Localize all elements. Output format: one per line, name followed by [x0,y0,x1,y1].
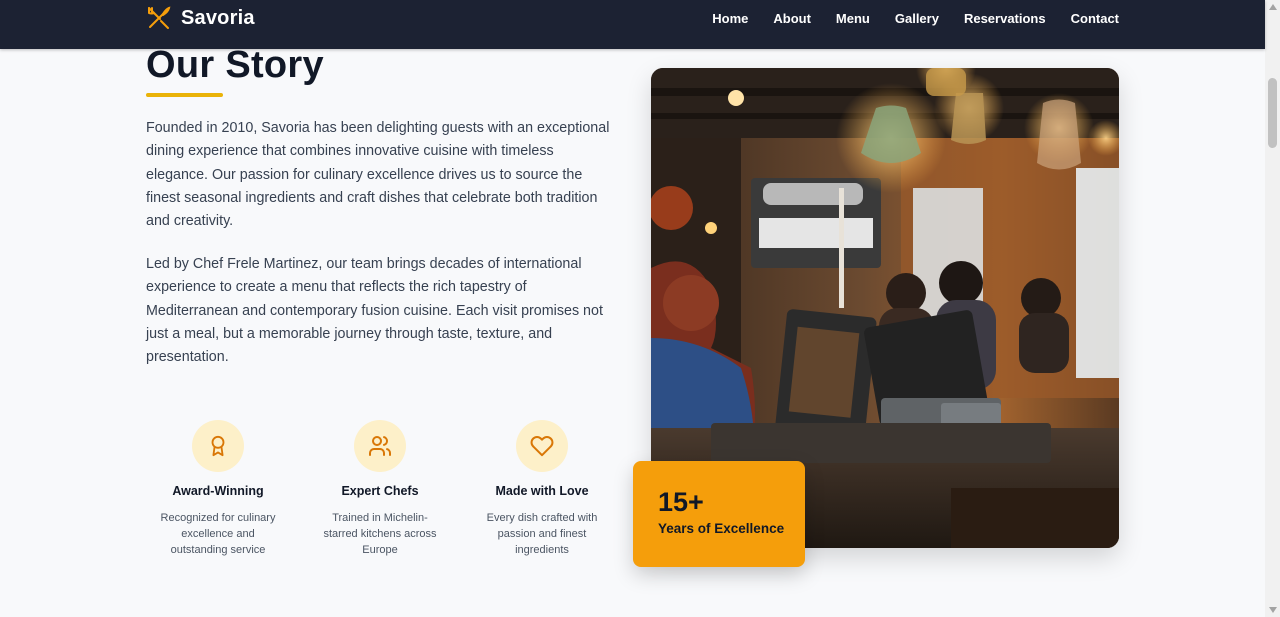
scrollbar-thumb[interactable] [1268,78,1277,148]
brand-name: Savoria [181,6,255,29]
feature-title: Made with Love [495,484,589,498]
vertical-scrollbar[interactable] [1265,0,1280,617]
years-badge: 15+ Years of Excellence [633,461,805,567]
nav-home[interactable]: Home [712,11,748,26]
title-underline [146,93,223,97]
feature-title: Award-Winning [172,484,264,498]
badge-label: Years of Excellence [658,521,785,536]
story-paragraph-1: Founded in 2010, Savoria has been deligh… [146,120,610,230]
utensils-crossed-icon [148,6,171,29]
navbar: Savoria Home About Menu Gallery Reservat… [0,0,1265,49]
nav-gallery[interactable]: Gallery [895,11,939,26]
heart-icon [516,420,568,472]
feature-description: Every dish crafted with passion and fine… [486,512,598,556]
scroll-up-arrow-icon[interactable] [1265,0,1280,14]
feature-description: Recognized for culinary excellence and o… [160,512,276,556]
nav-reservations[interactable]: Reservations [964,11,1046,26]
award-icon [192,420,244,472]
story-paragraph-2: Led by Chef Frele Martinez, our team bri… [146,256,603,366]
feature-made-with-love: Made with Love Every dish crafted with p… [467,420,617,558]
users-icon [354,420,406,472]
scroll-down-arrow-icon[interactable] [1265,603,1280,617]
brand-link[interactable]: Savoria [146,5,255,31]
main-nav: Home About Menu Gallery Reservations Con… [712,11,1119,26]
nav-about[interactable]: About [773,11,811,26]
section-title: Our Story [146,44,324,86]
feature-expert-chefs: Expert Chefs Trained in Michelin-starred… [305,420,455,558]
nav-contact[interactable]: Contact [1071,11,1119,26]
feature-award-winning: Award-Winning Recognized for culinary ex… [143,420,293,558]
feature-title: Expert Chefs [341,484,419,498]
feature-description: Trained in Michelin-starred kitchens acr… [323,512,437,556]
nav-menu[interactable]: Menu [836,11,870,26]
badge-number: 15+ [658,487,704,517]
